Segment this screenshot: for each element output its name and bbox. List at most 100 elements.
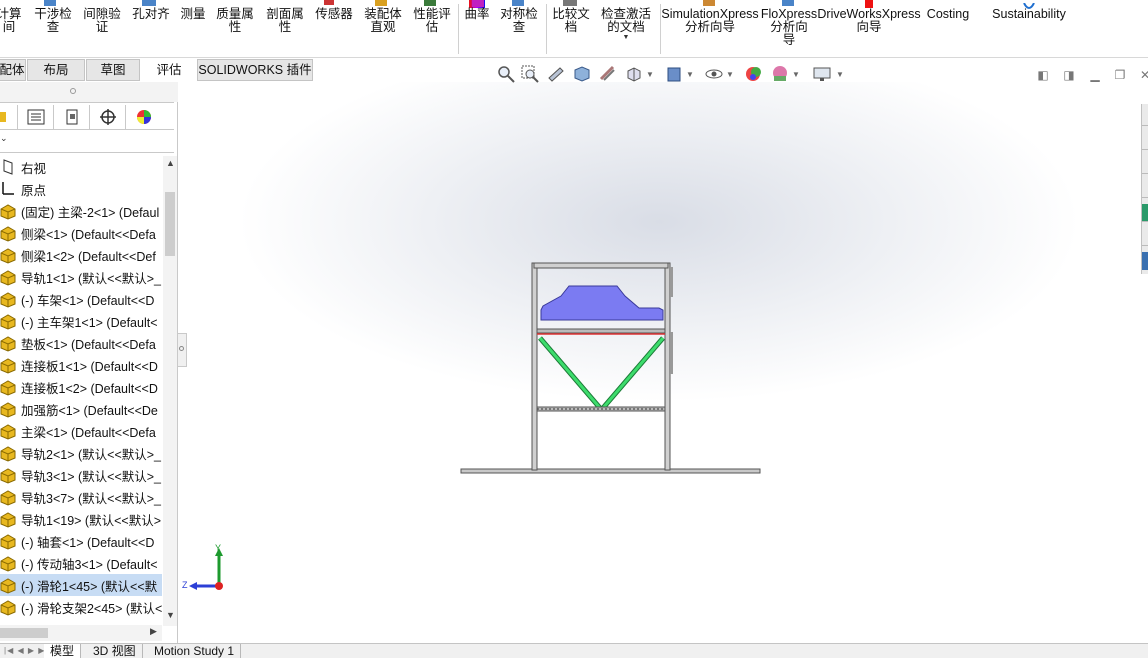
task-pane-design-library-icon[interactable] bbox=[1142, 156, 1148, 174]
tree-item[interactable]: 导轨1<19> (默认<<默认> bbox=[0, 508, 162, 530]
tree-item[interactable]: (-) 轴套<1> (Default<<D bbox=[0, 530, 162, 552]
panel-collapse-handle[interactable] bbox=[178, 333, 187, 367]
tree-item[interactable]: 垫板<1> (Default<<Defa bbox=[0, 332, 162, 354]
property-manager-tab[interactable] bbox=[18, 105, 54, 129]
tree-filter-row[interactable]: ⌄ bbox=[0, 131, 174, 153]
tree-item[interactable]: 导轨3<1> (默认<<默认>_ bbox=[0, 464, 162, 486]
chevron-down-icon[interactable]: ▼ bbox=[623, 34, 630, 42]
top-beam bbox=[533, 262, 669, 269]
task-pane-resources-icon[interactable] bbox=[1142, 132, 1148, 150]
panel-grip-icon[interactable] bbox=[70, 88, 76, 94]
restore-icon[interactable]: ❐ bbox=[1113, 68, 1127, 82]
part-icon bbox=[0, 422, 18, 440]
tab-evaluate[interactable]: 评估 bbox=[141, 59, 197, 81]
view-settings-icon[interactable] bbox=[812, 64, 832, 84]
feature-tree-tab[interactable] bbox=[0, 105, 18, 129]
tree-horizontal-scrollbar[interactable]: ▶ bbox=[0, 625, 162, 641]
zoom-to-fit-icon[interactable] bbox=[496, 64, 516, 84]
tab-model[interactable]: 模型 bbox=[44, 644, 82, 658]
assembly-model[interactable] bbox=[179, 82, 1141, 644]
tab-assembly[interactable]: 配体 bbox=[0, 59, 26, 81]
cart-body bbox=[540, 285, 664, 321]
tree-item[interactable]: 连接板1<1> (Default<<D bbox=[0, 354, 162, 376]
tree-item[interactable]: 主梁<1> (Default<<Defa bbox=[0, 420, 162, 442]
chevron-down-icon[interactable]: ▼ bbox=[792, 70, 800, 79]
task-pane-view-palette-icon[interactable] bbox=[1142, 204, 1148, 222]
display-manager-tab[interactable] bbox=[126, 105, 162, 129]
chevron-down-icon[interactable]: ▼ bbox=[726, 70, 734, 79]
tree-item[interactable]: (-) 车架<1> (Default<<D bbox=[0, 288, 162, 310]
hide-show-items-icon[interactable] bbox=[704, 64, 724, 84]
display-style-icon[interactable] bbox=[664, 64, 684, 84]
tree-item-label: (-) 传动轴3<1> (Default< bbox=[21, 557, 158, 572]
tree-item[interactable]: (-) 主车架1<1> (Default< bbox=[0, 310, 162, 332]
dimxpert-tab[interactable] bbox=[90, 105, 126, 129]
scroll-down-icon[interactable]: ▼ bbox=[166, 610, 175, 620]
tab-nav-arrows-icon[interactable]: |◀ ◀ ▶ ▶| bbox=[4, 646, 48, 655]
tree-item-label: 导轨1<1> (默认<<默认>_ bbox=[21, 271, 161, 286]
chevron-down-icon[interactable]: ▼ bbox=[836, 70, 844, 79]
chevron-down-icon[interactable]: ▼ bbox=[686, 70, 694, 79]
restore-pane-icon[interactable]: ◧ bbox=[1036, 68, 1050, 82]
tree-item-label: 导轨3<7> (默认<<默认>_ bbox=[21, 491, 161, 506]
task-pane-custom-props-icon[interactable] bbox=[1142, 252, 1148, 270]
tree-item[interactable]: 连接板1<2> (Default<<D bbox=[0, 376, 162, 398]
chevron-down-icon[interactable]: ▼ bbox=[646, 70, 654, 79]
part-icon bbox=[0, 510, 18, 528]
tree-item[interactable]: 侧梁1<2> (Default<<Def bbox=[0, 244, 162, 266]
display-manager-icon bbox=[137, 110, 151, 124]
tree-item[interactable]: (-) 传动轴3<1> (Default< bbox=[0, 552, 162, 574]
tree-item[interactable]: 加强筋<1> (Default<<De bbox=[0, 398, 162, 420]
task-pane-file-explorer-icon[interactable] bbox=[1142, 180, 1148, 198]
task-pane-appearances-icon[interactable] bbox=[1142, 228, 1148, 246]
tree-item[interactable]: 原点 bbox=[0, 178, 162, 200]
tree-item[interactable]: (-) 滑轮1<45> (默认<<默 bbox=[0, 574, 162, 596]
x-axis-dot bbox=[215, 582, 223, 590]
tree-item-label: 连接板1<2> (Default<<D bbox=[21, 381, 158, 396]
tree-item[interactable]: (-) 滑轮支架2<45> (默认< bbox=[0, 596, 162, 618]
tree-item-label: (-) 主车架1<1> (Default< bbox=[21, 315, 158, 330]
tab-motion-study[interactable]: Motion Study 1 bbox=[148, 644, 242, 658]
ribbon-separator bbox=[458, 4, 459, 54]
task-pane-home-icon[interactable] bbox=[1142, 108, 1148, 126]
section-view-icon[interactable] bbox=[572, 64, 592, 84]
tree-item[interactable]: 导轨1<1> (默认<<默认>_ bbox=[0, 266, 162, 288]
tree-hscroll-thumb[interactable] bbox=[0, 628, 48, 638]
feature-tree-icon bbox=[0, 112, 6, 122]
ribbon-icon-tops bbox=[44, 0, 873, 8]
scroll-right-icon[interactable]: ▶ bbox=[150, 626, 157, 637]
tree-vertical-scrollbar[interactable]: ▲ ▼ bbox=[163, 156, 177, 626]
tree-item[interactable]: 导轨3<7> (默认<<默认>_ bbox=[0, 486, 162, 508]
plane-icon bbox=[0, 158, 18, 176]
view-orientation-icon[interactable] bbox=[624, 64, 644, 84]
apply-scene-icon[interactable] bbox=[770, 64, 790, 84]
close-icon[interactable]: ✕ bbox=[1138, 68, 1148, 82]
tree-item[interactable]: (固定) 主梁-2<1> (Defaul bbox=[0, 200, 162, 222]
tab-solidworks-addins[interactable]: SOLIDWORKS 插件 bbox=[197, 59, 313, 81]
tree-item-label: 导轨1<19> (默认<<默认> bbox=[21, 513, 161, 528]
tree-scroll-thumb[interactable] bbox=[165, 192, 175, 256]
tab-layout[interactable]: 布局 bbox=[27, 59, 85, 81]
panel-tabs bbox=[0, 102, 174, 130]
right-post bbox=[664, 262, 671, 471]
previous-view-icon[interactable] bbox=[546, 64, 566, 84]
graphics-area[interactable]: Y Z bbox=[179, 82, 1141, 644]
right-post-detail bbox=[670, 267, 673, 297]
part-icon bbox=[0, 224, 18, 242]
collapse-dot-icon bbox=[179, 346, 184, 351]
origin-icon bbox=[0, 180, 18, 198]
part-icon bbox=[0, 532, 18, 550]
split-pane-icon[interactable]: ◨ bbox=[1062, 68, 1076, 82]
tree-item[interactable]: 右视 bbox=[0, 156, 162, 178]
tab-3d-view[interactable]: 3D 视图 bbox=[87, 644, 143, 658]
dynamic-annotation-icon[interactable] bbox=[598, 64, 618, 84]
tree-item[interactable]: 导轨2<1> (默认<<默认>_ bbox=[0, 442, 162, 464]
scroll-up-icon[interactable]: ▲ bbox=[166, 158, 175, 168]
configuration-manager-tab[interactable] bbox=[54, 105, 90, 129]
minimize-icon[interactable]: ▁ bbox=[1088, 68, 1102, 82]
tab-sketch[interactable]: 草图 bbox=[86, 59, 140, 81]
filter-chevron-icon[interactable]: ⌄ bbox=[0, 133, 8, 144]
edit-appearance-icon[interactable] bbox=[744, 64, 764, 84]
tree-item[interactable]: 侧梁<1> (Default<<Defa bbox=[0, 222, 162, 244]
zoom-area-icon[interactable] bbox=[520, 64, 540, 84]
